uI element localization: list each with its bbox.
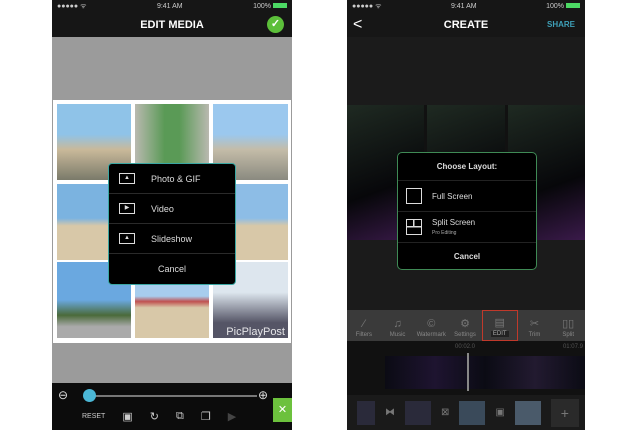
- signal-icon: ●●●●● ᯤ: [57, 2, 87, 10]
- edit-media-screen: ●●●●● ᯤ 9:41 AM 100% EDIT MEDIA ✓ PicPla…: [52, 0, 292, 430]
- zoom-slider[interactable]: [83, 389, 257, 402]
- menu-label: Cancel: [157, 264, 186, 274]
- status-bar: ●●●●● ᯤ 9:41 AM 100%: [52, 0, 292, 12]
- clock: 9:41 AM: [450, 2, 477, 10]
- nav-bar: EDIT MEDIA ✓: [52, 12, 292, 37]
- photo-icon: ▲: [119, 173, 135, 184]
- page-title: CREATE: [443, 18, 489, 31]
- battery: 100%: [546, 3, 580, 10]
- battery-icon: [565, 3, 580, 9]
- clock: 9:41 AM: [156, 2, 183, 10]
- zoom-out-icon[interactable]: ⊖: [58, 388, 68, 402]
- menu-label: Video: [151, 203, 174, 214]
- add-media-menu: ▲ Photo & GIF ▶ Video ▲ Slideshow Cancel: [108, 163, 236, 285]
- confirm-check-button[interactable]: ✓: [267, 16, 284, 33]
- play-icon[interactable]: ▶: [228, 410, 236, 423]
- page-title: EDIT MEDIA: [140, 18, 204, 31]
- menu-item-video[interactable]: ▶ Video: [109, 194, 235, 224]
- reset-button[interactable]: RESET: [82, 413, 105, 420]
- nav-bar: < CREATE SHARE: [347, 12, 585, 37]
- menu-cancel-button[interactable]: Cancel: [109, 254, 235, 284]
- replace-icon[interactable]: ❐: [201, 410, 211, 423]
- rotate-icon[interactable]: ↻: [150, 410, 159, 423]
- slideshow-icon: ▲: [119, 233, 135, 244]
- close-button[interactable]: ✕: [273, 398, 292, 422]
- signal-icon: ●●●●● ᯤ: [352, 2, 382, 10]
- menu-item-slideshow[interactable]: ▲ Slideshow: [109, 224, 235, 254]
- bottom-toolbar: ⊖ ⊕ RESET ▣ ↻ ⧉ ❐ ▶ ✕: [52, 383, 292, 430]
- battery-icon: [272, 3, 287, 9]
- video-icon: ▶: [119, 203, 135, 214]
- slider-knob[interactable]: [83, 389, 96, 402]
- menu-item-photo-gif[interactable]: ▲ Photo & GIF: [109, 164, 235, 194]
- menu-label: Photo & GIF: [151, 173, 201, 184]
- menu-label: Slideshow: [151, 233, 193, 244]
- status-bar: ●●●●● ᯤ 9:41 AM 100%: [347, 0, 585, 12]
- watermark: PicPlayPost: [226, 326, 285, 338]
- flip-icon[interactable]: ⧉: [176, 410, 184, 423]
- battery: 100%: [253, 3, 287, 10]
- layout-icon[interactable]: ▣: [122, 410, 132, 423]
- back-icon[interactable]: <: [353, 16, 362, 34]
- share-button[interactable]: SHARE: [547, 20, 575, 29]
- zoom-in-icon[interactable]: ⊕: [258, 388, 268, 402]
- create-screen: ●●●●● ᯤ 9:41 AM 100% < CREATE SHARE Choo…: [347, 0, 585, 430]
